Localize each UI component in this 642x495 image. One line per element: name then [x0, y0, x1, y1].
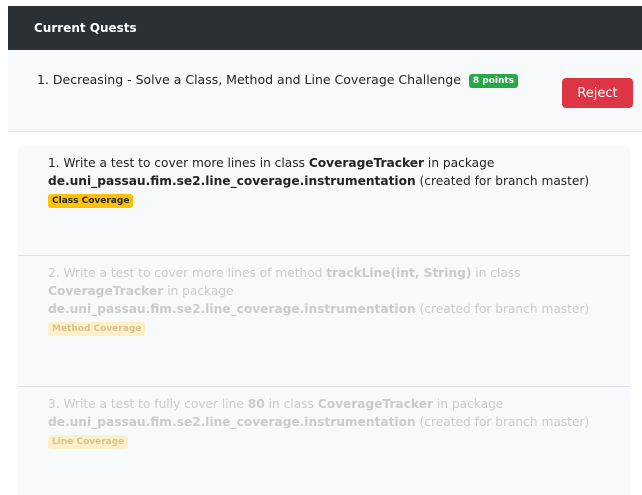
task-method-name: trackLine(int, String) — [326, 266, 472, 280]
quest-title-line: 1. Decreasing - Solve a Class, Method an… — [37, 72, 519, 88]
reject-button[interactable]: Reject — [562, 78, 633, 108]
task-item: 3. Write a test to fully cover line 80 i… — [18, 387, 630, 495]
points-badge: 8 points — [468, 74, 519, 88]
task-branch: (created for branch master) — [415, 302, 590, 316]
task-tag: Line Coverage — [48, 435, 129, 449]
task-class-name: CoverageTracker — [308, 156, 425, 170]
task-branch: (created for branch master) — [415, 415, 590, 429]
task-text: 3. Write a test to fully cover line — [48, 397, 248, 411]
task-class-name: CoverageTracker — [48, 284, 164, 298]
task-package-name: de.uni_passau.fim.se2.line_coverage.inst… — [48, 302, 416, 316]
task-tag: Class Coverage — [48, 194, 134, 208]
task-item: 2. Write a test to cover more lines of m… — [18, 256, 630, 386]
task-text: 1. Write a test to cover more lines in c… — [48, 156, 309, 170]
panel-title: Current Quests — [34, 21, 137, 35]
task-package-name: de.uni_passau.fim.se2.line_coverage.inst… — [48, 415, 416, 429]
task-text: 2. Write a test to cover more lines of m… — [48, 266, 327, 280]
task-description: 3. Write a test to fully cover line 80 i… — [48, 395, 600, 431]
task-tag: Method Coverage — [48, 322, 146, 336]
task-text: in class — [471, 266, 521, 280]
task-package-name: de.uni_passau.fim.se2.line_coverage.inst… — [48, 174, 416, 188]
task-description: 2. Write a test to cover more lines of m… — [48, 264, 600, 318]
quest-title: 1. Decreasing - Solve a Class, Method an… — [37, 72, 461, 87]
task-text: in package — [433, 397, 504, 411]
panel-header: Current Quests — [8, 6, 642, 50]
task-text: in package — [163, 284, 234, 298]
task-description: 1. Write a test to cover more lines in c… — [48, 154, 600, 190]
task-branch: (created for branch master) — [415, 174, 590, 188]
task-class-name: CoverageTracker — [317, 397, 433, 411]
task-item: 1. Write a test to cover more lines in c… — [18, 146, 630, 255]
task-text: in package — [424, 156, 495, 170]
quest-row: 1. Decreasing - Solve a Class, Method an… — [8, 50, 642, 132]
task-line-number: 80 — [247, 397, 265, 411]
task-text: in class — [264, 397, 318, 411]
